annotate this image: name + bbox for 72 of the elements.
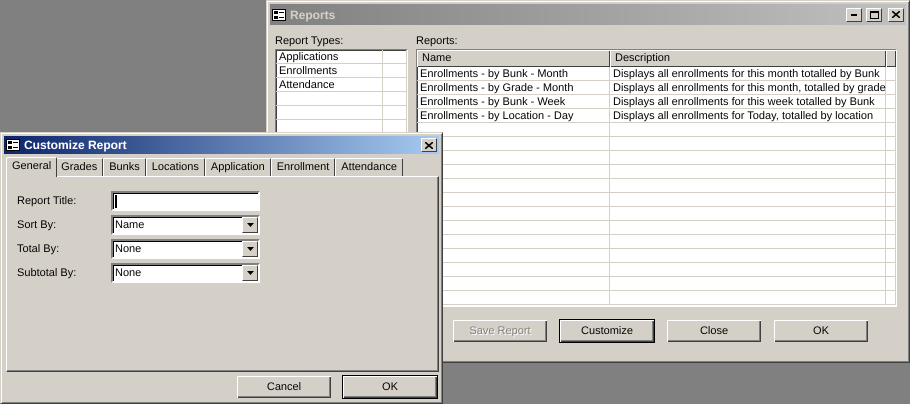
field-label: Total By:	[17, 243, 60, 255]
empty-cell	[886, 95, 896, 109]
list-item[interactable]: Attendance	[276, 78, 383, 92]
field-label: Subtotal By:	[17, 267, 78, 279]
empty-cell	[886, 137, 896, 151]
dialog-button[interactable]: OK	[773, 319, 869, 343]
tab[interactable]: Bunks	[103, 158, 146, 176]
text-cursor	[115, 194, 117, 208]
dialog-button[interactable]: Customize	[559, 319, 655, 343]
table-cell: Enrollments - by Bunk - Week	[417, 95, 610, 109]
empty-cell	[886, 165, 896, 179]
list-item[interactable]: Enrollments	[276, 64, 383, 78]
empty-cell	[886, 291, 896, 305]
empty-cell	[383, 92, 407, 106]
table-cell: Displays all enrollments for this month, totalled by grade	[610, 81, 886, 95]
dropdown-arrow-icon	[246, 271, 254, 275]
header-cell	[886, 50, 896, 67]
table-cell: Displays all enrollments for Today, totalled by location	[610, 109, 886, 123]
column-header[interactable]: Description	[610, 50, 886, 67]
grid-label: Reports:	[416, 35, 459, 47]
empty-cell	[886, 263, 896, 277]
dropdown-arrow-icon	[246, 223, 254, 227]
dialog-button[interactable]: Close	[666, 319, 762, 343]
tab[interactable]: Locations	[146, 158, 205, 176]
minimize-icon	[851, 14, 857, 16]
empty-cell	[886, 193, 896, 207]
dropdown-field[interactable]: Name	[111, 215, 260, 235]
list-label: Report Types:	[275, 35, 344, 47]
empty-cell	[886, 123, 896, 137]
input-field[interactable]	[111, 191, 260, 211]
close-icon	[892, 11, 900, 18]
tab[interactable]: General	[6, 157, 58, 177]
tab[interactable]: Enrollment	[270, 158, 336, 176]
close-icon	[425, 142, 433, 148]
tab[interactable]: Grades	[55, 158, 104, 176]
dropdown-field[interactable]: None	[111, 239, 260, 259]
dropdown-arrow-icon	[246, 247, 254, 251]
form-icon	[6, 139, 20, 151]
empty-cell	[383, 50, 407, 64]
column-header[interactable]: Name	[417, 50, 610, 67]
table-cell: Displays all enrollments for this week totalled by Bunk	[610, 95, 886, 109]
empty-cell	[886, 109, 896, 123]
empty-cell	[886, 221, 896, 235]
list-item[interactable]: Applications	[276, 50, 383, 64]
dialog-button[interactable]: Cancel	[236, 375, 332, 399]
field-label: Sort By:	[17, 219, 58, 231]
empty-cell	[886, 235, 896, 249]
table-cell: Enrollments - by Grade - Month	[417, 81, 610, 95]
empty-cell	[886, 207, 896, 221]
dropdown-field[interactable]: None	[111, 263, 260, 283]
form-icon	[272, 8, 286, 20]
maximize-icon	[870, 10, 878, 18]
dialog-title: Customize Report	[24, 138, 128, 152]
tab[interactable]: Attendance	[335, 158, 403, 176]
empty-cell	[886, 151, 896, 165]
field-label: Report Title:	[17, 195, 78, 207]
tab[interactable]: Application	[204, 158, 271, 176]
dialog-button[interactable]: OK	[342, 375, 438, 399]
table-cell: Enrollments - by Bunk - Month	[417, 67, 610, 81]
close-button[interactable]	[421, 138, 437, 152]
close-button[interactable]	[888, 8, 904, 22]
empty-cell	[886, 179, 896, 193]
empty-cell	[886, 81, 896, 95]
maximize-button[interactable]	[866, 8, 882, 22]
empty-cell	[383, 64, 407, 78]
empty-cell	[886, 249, 896, 263]
minimize-button[interactable]	[846, 8, 862, 22]
window-title: Reports	[290, 8, 336, 22]
empty-cell	[886, 277, 896, 291]
empty-cell	[383, 78, 407, 92]
table-cell: Displays all enrollments for this month totalled by Bunk	[610, 67, 886, 81]
table-cell: Enrollments - by Location - Day	[417, 109, 610, 123]
